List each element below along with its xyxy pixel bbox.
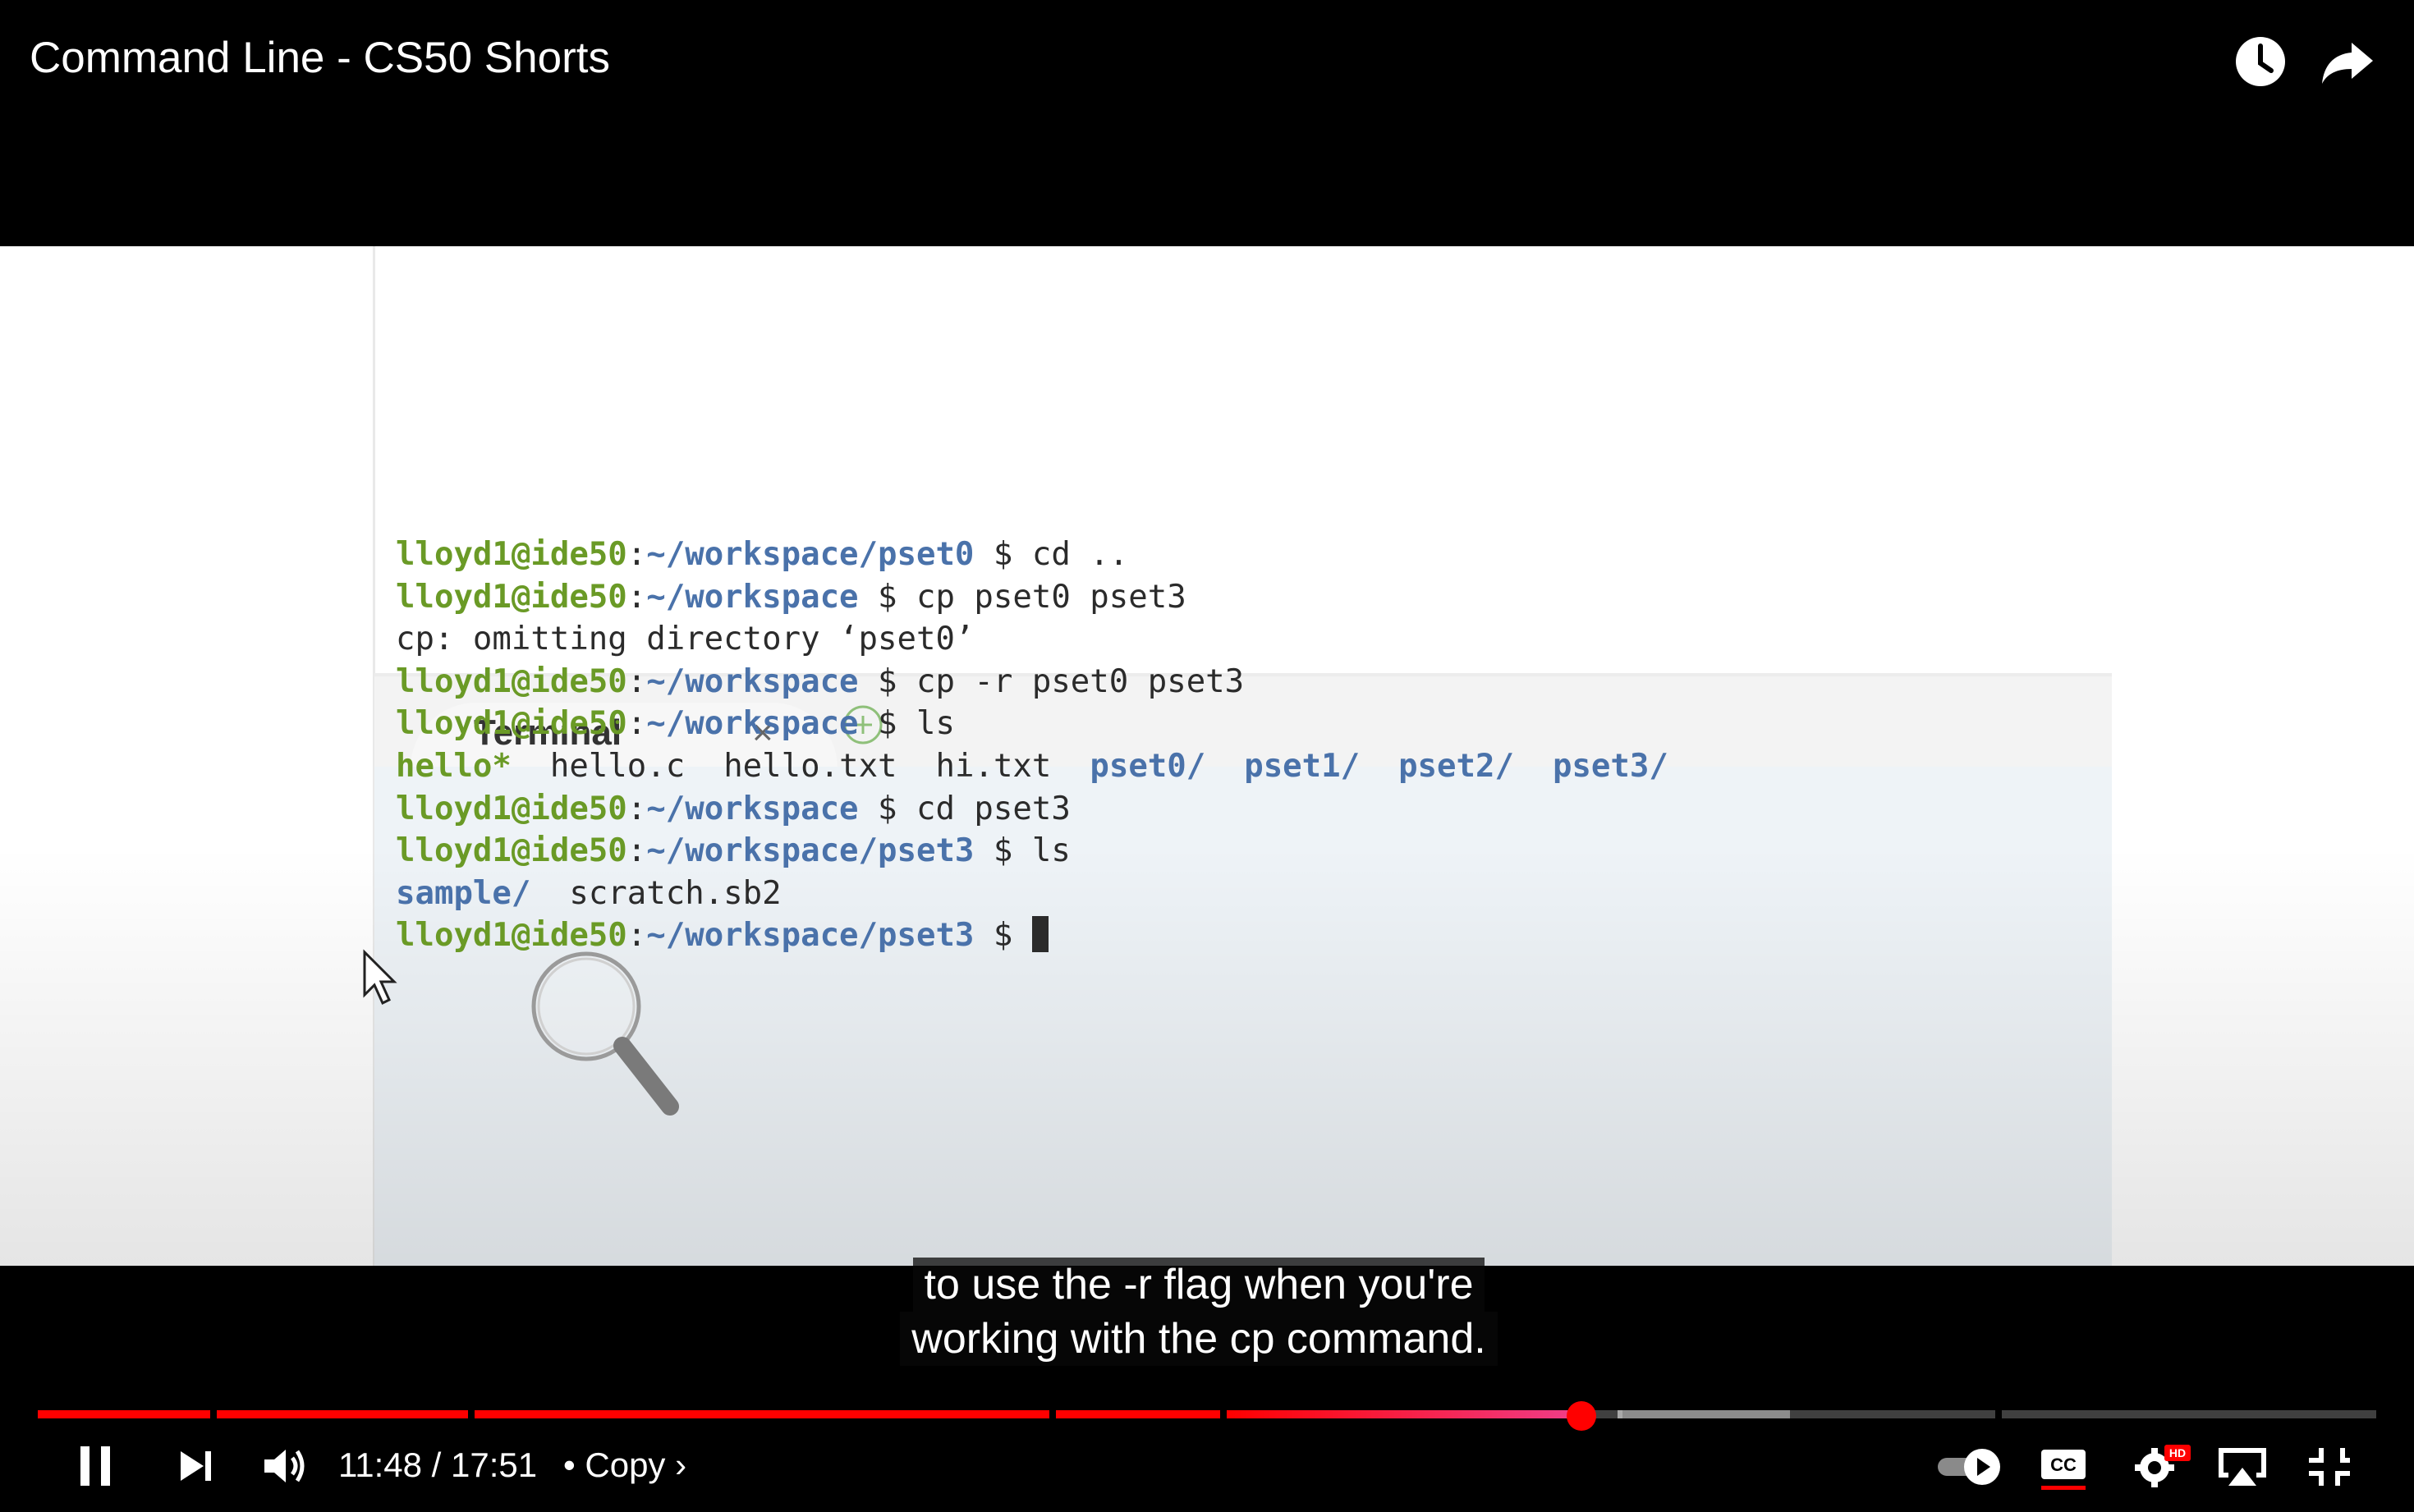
command-text: $ cd .. [974,536,1129,573]
caption-line: to use the -r flag when you're [912,1258,1485,1312]
terminal-output: lloyd1@ide50:~/workspace/pset0 $ cd .. ll… [396,534,2095,957]
command-text: $ ls [858,705,955,743]
terminal-line: lloyd1@ide50:~/workspace $ cd pset3 [396,788,2095,831]
airplay-icon[interactable] [2214,1440,2271,1492]
prompt-user: lloyd1@ide50 [396,705,627,743]
listing-gap [1360,748,1398,785]
magnifier-icon [531,951,679,1116]
terminal-line: hello* hello.c hello.txt hi.txt pset0/ p… [396,745,2095,788]
caption-window: to use the -r flag when you're working w… [862,1258,1535,1366]
chapter-segment[interactable] [2002,1410,2376,1418]
terminal-line: lloyd1@ide50:~/workspace $ cp pset0 pset… [396,576,2095,619]
chapter-title-button[interactable]: • Copy › [563,1445,686,1486]
settings-gear-icon[interactable]: HD [2128,1440,2192,1492]
terminal-line: cp: omitting directory ‘pset0’ [396,618,2095,661]
listing-item: scratch.sb2 [569,874,782,912]
current-time: 11:48 [338,1446,422,1484]
listing-item: hello.c [549,747,686,785]
video-player[interactable]: Command Line - CS50 Shorts Terminal × ll… [0,0,2414,1512]
mouse-pointer-icon [363,949,397,1006]
clock-icon[interactable] [2232,33,2289,90]
prompt-user: lloyd1@ide50 [396,536,627,573]
listing-item: hello.txt [723,747,897,785]
volume-icon[interactable] [259,1440,309,1492]
progress-bar[interactable] [38,1410,2376,1418]
time-separator: / [431,1446,442,1484]
prompt-colon: : [626,790,647,827]
terminal-line: lloyd1@ide50:~/workspace $ ls [396,703,2095,745]
video-title[interactable]: Command Line - CS50 Shorts [30,30,610,87]
listing-item: pset1/ [1244,747,1361,785]
prompt-path: ~/workspace [646,705,859,743]
prompt-colon: : [626,705,647,743]
next-icon[interactable] [174,1440,218,1492]
listing-gap [1051,748,1090,785]
terminal-line: lloyd1@ide50:~/workspace/pset0 $ cd .. [396,534,2095,576]
autoplay-toggle[interactable] [1934,1440,2008,1492]
chapter-segment[interactable] [38,1410,210,1418]
chapter-segment[interactable] [1227,1410,1580,1418]
time-display: 11:48 / 17:51 [338,1445,537,1486]
prompt-user: lloyd1@ide50 [396,790,627,827]
prompt-colon: : [626,832,647,870]
scrubber-handle[interactable] [1567,1401,1596,1431]
command-text: $ cp pset0 pset3 [858,578,1186,616]
listing-item: pset3/ [1552,747,1668,785]
output-text: cp: omitting directory ‘pset0’ [396,621,975,658]
prompt-user: lloyd1@ide50 [396,662,627,700]
listing-gap [530,875,569,912]
share-arrow-icon[interactable] [2319,33,2376,90]
prompt-path: ~/workspace [646,662,859,700]
command-text: $ cd pset3 [858,790,1071,827]
listing-item: pset2/ [1398,747,1514,785]
terminal-cursor [1031,916,1049,953]
hd-badge: HD [2169,1446,2186,1459]
listing-item: hi.txt [935,747,1052,785]
duration: 17:51 [451,1446,538,1484]
prompt-path: ~/workspace/pset0 [646,536,975,573]
svg-text:CC: CC [2050,1455,2077,1475]
pause-icon[interactable] [76,1440,115,1492]
prompt-colon: : [626,536,647,573]
listing-gap [897,748,936,785]
prompt-colon: : [626,578,647,616]
buffered-segment[interactable] [1618,1410,1790,1418]
command-text: $ cp -r pset0 pset3 [858,662,1245,700]
listing-item: pset0/ [1090,747,1206,785]
exit-fullscreen-icon[interactable] [2304,1440,2355,1492]
terminal-line: lloyd1@ide50:~/workspace $ cp -r pset0 p… [396,661,2095,703]
chapter-segment[interactable] [475,1410,1049,1418]
command-text: $ [974,917,1032,955]
prompt-path: ~/workspace/pset3 [646,832,975,870]
listing-item: sample/ [396,874,531,912]
closed-captions-icon[interactable]: CC [2038,1440,2089,1492]
terminal-line: sample/ scratch.sb2 [396,873,2095,915]
prompt-path: ~/workspace [646,578,859,616]
prompt-user: lloyd1@ide50 [396,578,627,616]
command-text: $ ls [974,832,1071,870]
listing-item: hello* [396,747,512,785]
caption-line: working with the cp command. [900,1312,1498,1366]
listing-gap [512,748,550,785]
chapter-segment[interactable] [1790,1410,1995,1418]
prompt-path: ~/workspace [646,790,859,827]
prompt-colon: : [626,662,647,700]
chapter-segment[interactable] [1056,1410,1220,1418]
chapter-segment[interactable] [217,1410,468,1418]
listing-gap [1205,748,1244,785]
terminal-line: lloyd1@ide50:~/workspace/pset3 $ ls [396,830,2095,873]
listing-gap [1514,748,1553,785]
listing-gap [685,748,723,785]
prompt-user: lloyd1@ide50 [396,832,627,870]
